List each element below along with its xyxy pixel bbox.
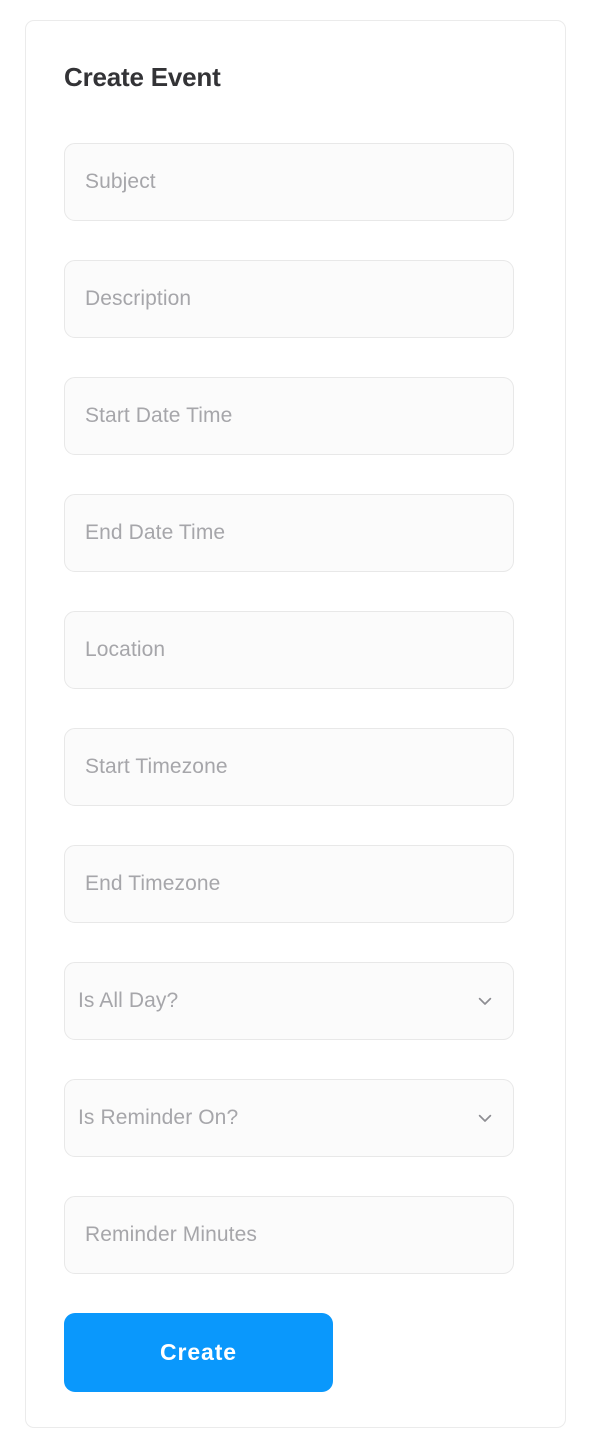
start-date-time-input-placeholder: Start Date Time	[85, 404, 233, 427]
field-start-timezone[interactable]: Start Timezone	[64, 728, 514, 806]
create-event-card: Create Event Subject Description Start D…	[25, 20, 566, 1428]
field-start-date-time[interactable]: Start Date Time	[64, 377, 514, 455]
end-timezone-input-placeholder: End Timezone	[85, 872, 221, 895]
field-end-date-time[interactable]: End Date Time	[64, 494, 514, 572]
field-is-all-day[interactable]: Is All Day?	[64, 962, 514, 1040]
field-subject[interactable]: Subject	[64, 143, 514, 221]
location-input-placeholder: Location	[85, 638, 166, 661]
field-is-reminder-on[interactable]: Is Reminder On?	[64, 1079, 514, 1157]
field-end-timezone[interactable]: End Timezone	[64, 845, 514, 923]
subject-input-placeholder: Subject	[85, 170, 156, 193]
field-reminder-minutes[interactable]: Reminder Minutes	[64, 1196, 514, 1274]
description-input-placeholder: Description	[85, 287, 192, 310]
is-reminder-on-select-placeholder: Is Reminder On?	[78, 1106, 239, 1129]
start-timezone-input-placeholder: Start Timezone	[85, 755, 228, 778]
create-button[interactable]: Create	[64, 1313, 333, 1392]
reminder-minutes-input-placeholder: Reminder Minutes	[85, 1223, 257, 1246]
chevron-down-icon	[475, 1108, 495, 1128]
page-root: Create Event Subject Description Start D…	[0, 0, 592, 1454]
chevron-down-icon	[475, 991, 495, 1011]
field-location[interactable]: Location	[64, 611, 514, 689]
page-title: Create Event	[64, 62, 221, 92]
is-all-day-select-placeholder: Is All Day?	[78, 989, 179, 1012]
create-event-form: Subject Description Start Date Time End …	[64, 143, 514, 1392]
field-description[interactable]: Description	[64, 260, 514, 338]
end-date-time-input-placeholder: End Date Time	[85, 521, 226, 544]
